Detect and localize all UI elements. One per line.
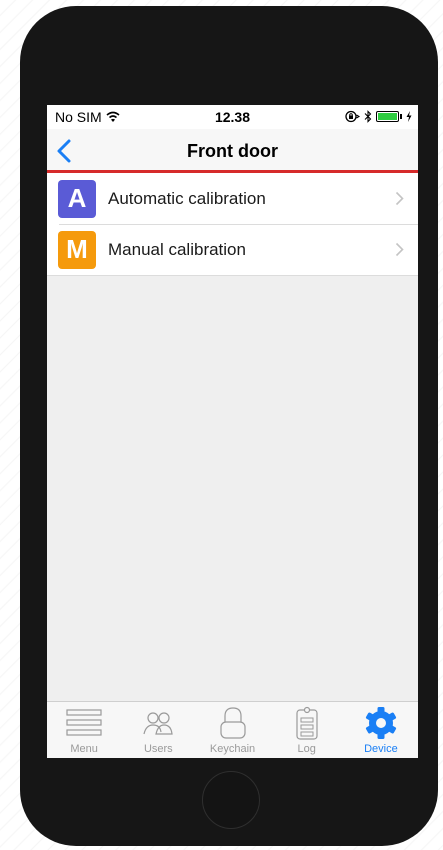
navigation-bar: Front door (47, 129, 418, 173)
chevron-right-icon (395, 242, 404, 257)
tab-users[interactable]: Users (121, 702, 195, 758)
home-button[interactable] (202, 771, 260, 829)
bluetooth-icon (364, 110, 372, 123)
battery-icon (376, 111, 402, 122)
list-item-manual-calibration[interactable]: M Manual calibration (47, 224, 418, 275)
page-title: Front door (187, 141, 278, 161)
tab-device[interactable]: Device (344, 702, 418, 758)
orientation-lock-icon (345, 110, 360, 123)
tab-label: Menu (70, 743, 98, 755)
tab-menu[interactable]: Menu (47, 702, 121, 758)
status-right (345, 110, 412, 123)
app-screen: No SIM 12.38 Front door A Automatic cali… (47, 105, 418, 758)
status-bar: No SIM 12.38 (47, 105, 418, 129)
list-item-label: Manual calibration (108, 239, 246, 259)
clipboard-icon (296, 706, 318, 740)
badge-a-icon: A (58, 179, 96, 218)
tab-label: Device (364, 743, 398, 755)
users-icon (143, 712, 173, 735)
badge-m-icon: M (58, 230, 96, 269)
list-item-label: Automatic calibration (108, 188, 266, 208)
tab-label: Users (143, 743, 173, 755)
list-item-automatic-calibration[interactable]: A Automatic calibration (47, 173, 418, 224)
menu-icon (66, 709, 102, 736)
list-divider (47, 275, 418, 276)
tab-bar: Menu Users Keychain Log Device (47, 701, 418, 758)
chevron-right-icon (395, 191, 404, 206)
lock-icon (219, 707, 246, 739)
tab-label: Log (297, 743, 316, 755)
tab-label: Keychain (209, 743, 256, 755)
charging-bolt-icon (406, 111, 412, 122)
tab-keychain[interactable]: Keychain (195, 702, 269, 758)
gear-icon (365, 707, 396, 739)
calibration-list: A Automatic calibration M Manual calibra… (47, 173, 418, 276)
tab-log[interactable]: Log (270, 702, 344, 758)
